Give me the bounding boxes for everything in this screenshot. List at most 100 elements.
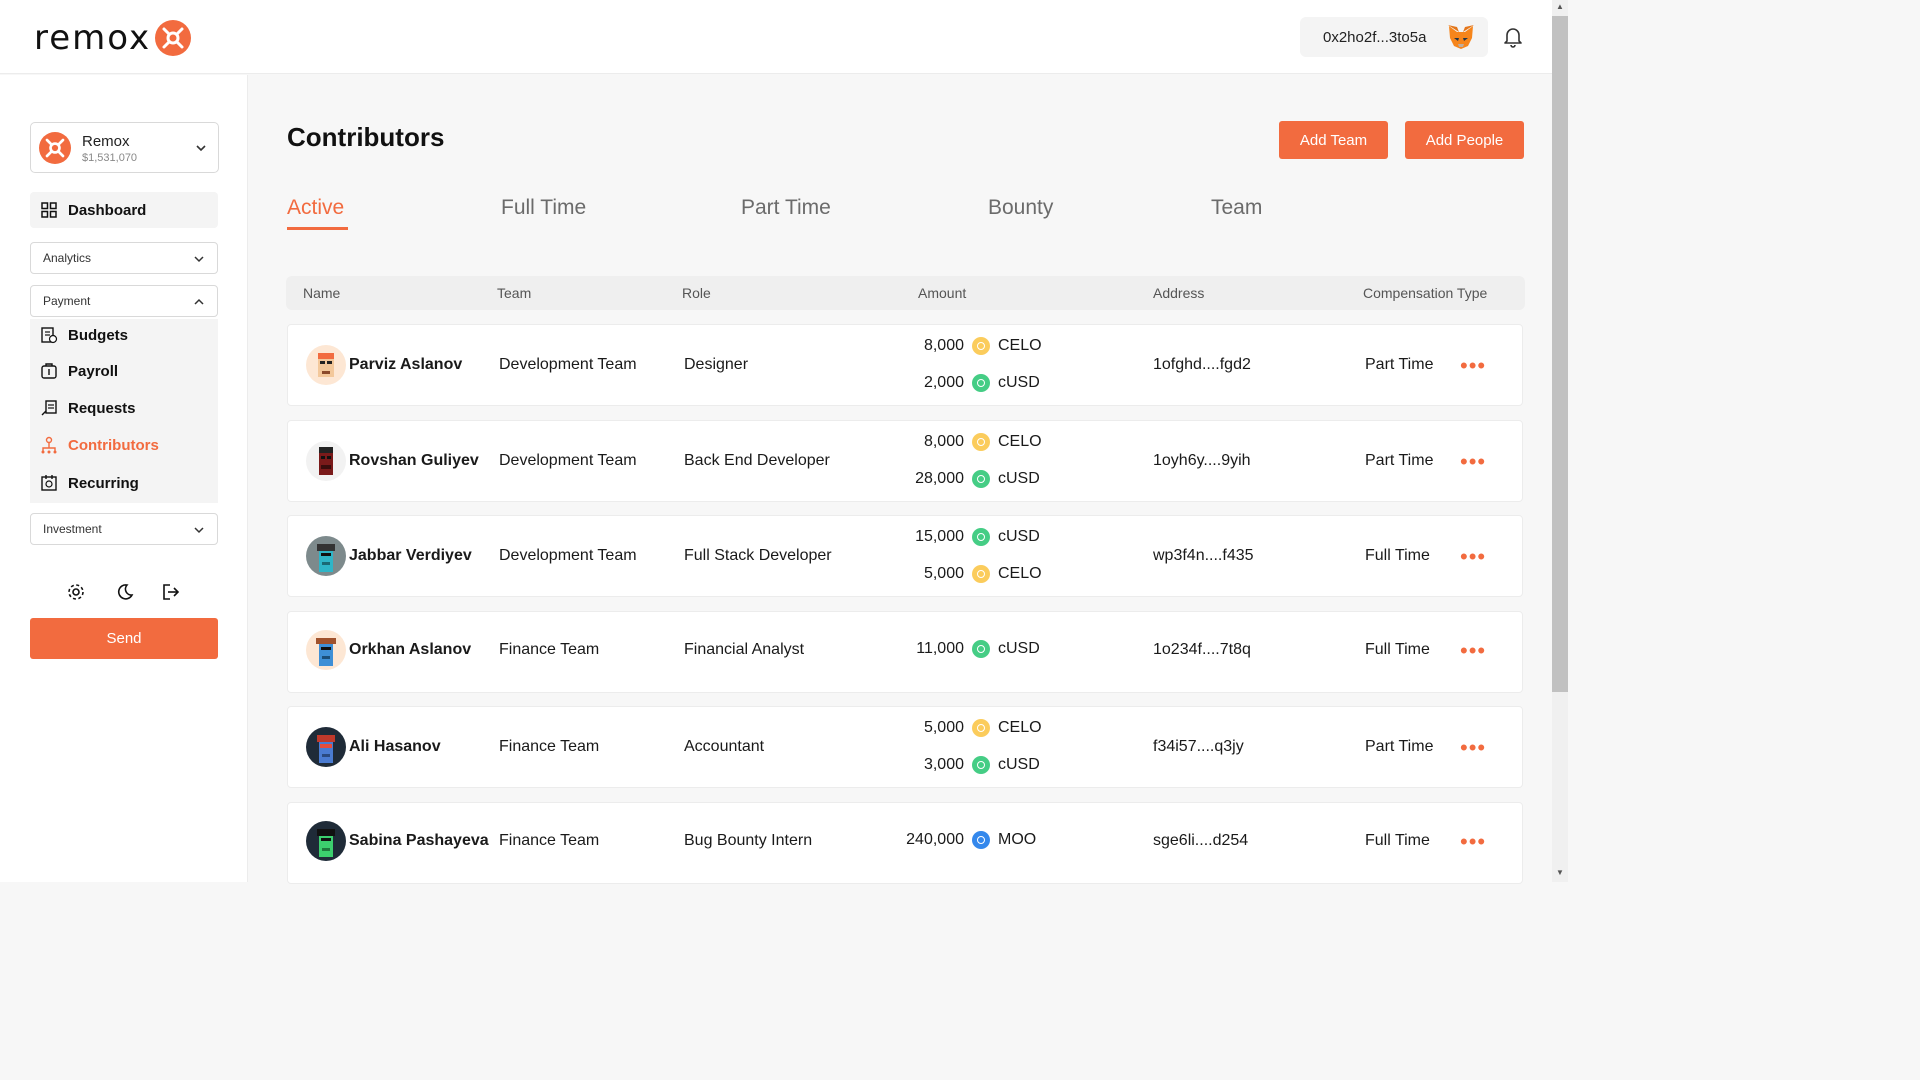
contributor-team: Finance Team <box>499 832 600 849</box>
table-row[interactable]: Ali Hasanov Finance Team Accountant 5,00… <box>287 706 1523 788</box>
table-header: Name Team Role Amount Address Compensati… <box>286 276 1525 310</box>
more-options-icon[interactable]: ••• <box>1460 546 1486 568</box>
amount-value: 8,000 <box>923 337 964 354</box>
celo-coin-icon <box>972 565 990 583</box>
more-options-icon[interactable]: ••• <box>1460 451 1486 473</box>
table-row[interactable]: Rovshan Guliyev Development Team Back En… <box>287 420 1523 502</box>
add-people-button[interactable]: Add People <box>1405 121 1524 159</box>
dashboard-grid-icon <box>41 202 57 222</box>
tab-full-time[interactable]: Full Time <box>501 196 586 220</box>
logo-text: remox <box>34 18 152 58</box>
amount-line: 15,000 cUSD <box>884 528 1040 546</box>
contributor-address: 1ofghd....fgd2 <box>1153 356 1251 373</box>
contributor-name: Parviz Aslanov <box>349 356 463 373</box>
amount-coin: cUSD <box>998 374 1040 391</box>
contributor-name: Jabbar Verdiyev <box>349 547 472 564</box>
amount-line: 240,000 MOO <box>884 831 1036 849</box>
contributor-address: f34i57....q3jy <box>1153 738 1244 755</box>
nav-budgets[interactable]: Budgets <box>30 320 218 350</box>
chevron-up-icon <box>193 296 205 308</box>
nav-payroll[interactable]: Payroll <box>30 356 218 386</box>
contributor-role: Back End Developer <box>684 452 830 469</box>
scrollbar-thumb[interactable] <box>1552 16 1568 692</box>
amount-coin: CELO <box>998 719 1042 736</box>
nav-contributors-label: Contributors <box>68 436 159 454</box>
amount-value: 5,000 <box>923 719 964 736</box>
scroll-up-arrow-icon[interactable]: ▲ <box>1552 0 1568 14</box>
remox-logo[interactable]: remox <box>34 18 192 58</box>
nav-dashboard[interactable]: Dashboard <box>30 192 218 228</box>
amount-value: 15,000 <box>915 528 964 545</box>
more-options-icon[interactable]: ••• <box>1460 355 1486 377</box>
settings-gear-icon[interactable] <box>66 582 86 602</box>
account-name: Remox <box>82 133 130 150</box>
payment-dropdown[interactable]: Payment <box>30 285 218 317</box>
column-role: Role <box>682 285 711 301</box>
compensation-type: Full Time <box>1365 547 1430 564</box>
send-button[interactable]: Send <box>30 618 218 659</box>
avatar <box>306 727 346 767</box>
tab-bounty[interactable]: Bounty <box>988 196 1053 220</box>
amount-value: 8,000 <box>923 433 964 450</box>
contributor-name: Rovshan Guliyev <box>349 452 479 469</box>
amount-coin: cUSD <box>998 756 1040 773</box>
sidebar: Remox $1,531,070 Dashboard Analytics Pay… <box>0 75 248 882</box>
metamask-fox-icon <box>1446 24 1476 50</box>
tab-active[interactable]: Active <box>287 196 344 220</box>
avatar <box>306 441 346 481</box>
nav-requests[interactable]: Requests <box>30 393 218 423</box>
column-amount: Amount <box>918 285 967 301</box>
logout-icon[interactable] <box>161 582 181 602</box>
celo-coin-icon <box>972 433 990 451</box>
table-row[interactable]: Orkhan Aslanov Finance Team Financial An… <box>287 611 1523 693</box>
amount-line: 2,000 cUSD <box>884 374 1040 392</box>
contributor-team: Finance Team <box>499 738 600 755</box>
contributor-role: Designer <box>684 356 749 373</box>
compensation-type: Part Time <box>1365 738 1434 755</box>
contributor-team: Development Team <box>499 452 637 469</box>
nav-contributors[interactable]: Contributors <box>30 430 218 460</box>
recurring-icon <box>40 474 58 496</box>
nav-dashboard-label: Dashboard <box>68 201 147 219</box>
amount-line: 8,000 CELO <box>884 337 1042 355</box>
compensation-type: Part Time <box>1365 356 1434 373</box>
account-avatar <box>39 132 71 164</box>
payment-label: Payment <box>43 294 91 308</box>
contributor-address: sge6li....d254 <box>1153 832 1249 849</box>
table-row[interactable]: Sabina Pashayeva Finance Team Bug Bounty… <box>287 802 1523 884</box>
table-row[interactable]: Parviz Aslanov Development Team Designer… <box>287 324 1523 406</box>
amount-line: 5,000 CELO <box>884 719 1042 737</box>
contributor-address: wp3f4n....f435 <box>1153 547 1254 564</box>
contributor-name: Sabina Pashayeva <box>349 832 489 849</box>
nav-recurring-label: Recurring <box>68 474 139 492</box>
contributor-role: Full Stack Developer <box>684 547 832 564</box>
account-selector[interactable]: Remox $1,531,070 <box>30 122 219 173</box>
contributor-team: Finance Team <box>499 641 600 658</box>
notification-bell-icon[interactable] <box>1503 26 1523 48</box>
more-options-icon[interactable]: ••• <box>1460 831 1486 853</box>
dark-mode-moon-icon[interactable] <box>114 582 134 602</box>
analytics-dropdown[interactable]: Analytics <box>30 242 218 274</box>
contributor-role: Accountant <box>684 738 765 755</box>
active-tab-indicator <box>287 227 348 230</box>
scroll-down-arrow-icon[interactable]: ▼ <box>1552 866 1568 880</box>
tab-part-time[interactable]: Part Time <box>741 196 831 220</box>
payroll-icon <box>40 362 58 384</box>
nav-requests-label: Requests <box>68 399 136 417</box>
celo-coin-icon <box>972 337 990 355</box>
table-row[interactable]: Jabbar Verdiyev Development Team Full St… <box>287 515 1523 597</box>
nav-recurring[interactable]: Recurring <box>30 468 218 498</box>
more-options-icon[interactable]: ••• <box>1460 640 1486 662</box>
avatar <box>306 630 346 670</box>
investment-dropdown[interactable]: Investment <box>30 513 218 545</box>
tab-team[interactable]: Team <box>1211 196 1262 220</box>
add-team-button[interactable]: Add Team <box>1279 121 1388 159</box>
amount-value: 2,000 <box>923 374 964 391</box>
cusd-coin-icon <box>972 640 990 658</box>
more-options-icon[interactable]: ••• <box>1460 737 1486 759</box>
wallet-address-button[interactable]: 0x2ho2f...3to5a <box>1300 17 1488 57</box>
cusd-coin-icon <box>972 528 990 546</box>
column-compensation-type: Compensation Type <box>1363 285 1488 301</box>
column-team: Team <box>497 285 532 301</box>
amount-coin: cUSD <box>998 470 1040 487</box>
